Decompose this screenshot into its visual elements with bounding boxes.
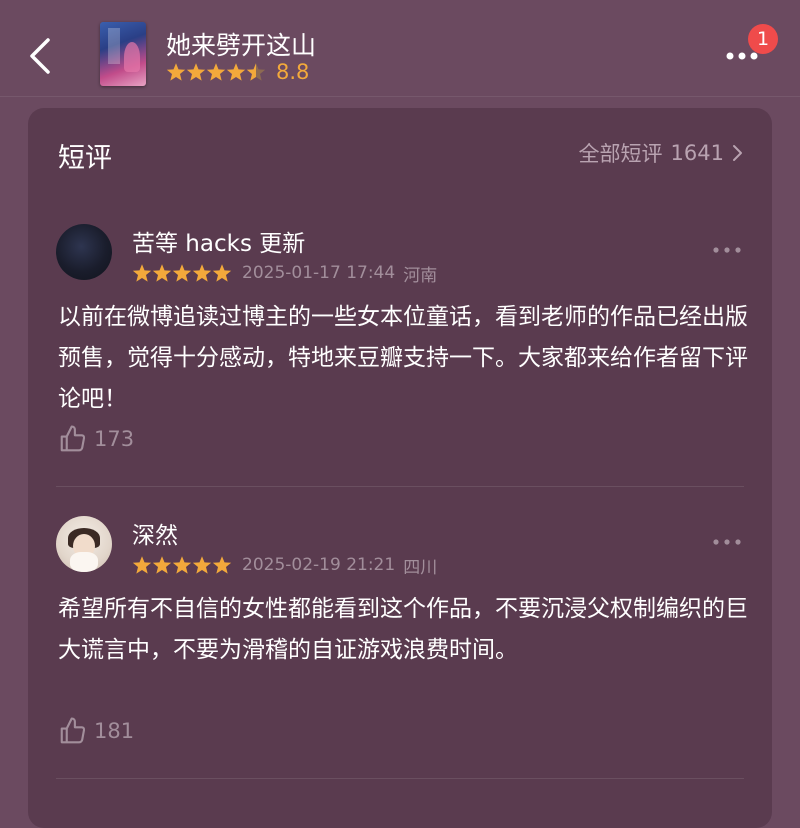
star-icon xyxy=(132,556,152,574)
star-icon xyxy=(186,63,206,81)
like-button[interactable]: 181 xyxy=(58,716,134,746)
review-text: 以前在微博追读过博主的一些女本位童话，看到老师的作品已经出版预售，觉得十分感动，… xyxy=(58,304,748,412)
more-horizontal-icon xyxy=(713,539,741,545)
book-cover[interactable] xyxy=(100,22,146,86)
review-divider xyxy=(56,486,744,487)
short-reviews-card: 短评 全部短评 1641 苦等 hacks 更新 2025-01-17 17:4… xyxy=(28,108,772,828)
section-title: 短评 xyxy=(58,143,112,174)
rating-score: 8.8 xyxy=(276,60,310,84)
star-icon xyxy=(206,63,226,81)
review-item: 深然 2025-02-19 21:21 四川 希望所有不自信的女性都能看到这个作… xyxy=(28,512,772,792)
more-horizontal-icon xyxy=(713,247,741,253)
star-icon xyxy=(152,264,172,282)
thumbs-up-icon xyxy=(60,425,86,452)
review-meta: 2025-01-17 17:44 河南 xyxy=(132,262,438,286)
book-rating: 8.8 xyxy=(166,60,309,84)
review-date: 2025-01-17 17:44 xyxy=(242,263,396,283)
star-icon xyxy=(132,264,152,282)
like-count: 173 xyxy=(94,427,135,451)
star-icon xyxy=(212,264,232,282)
review-username[interactable]: 深然 xyxy=(132,516,178,550)
star-icon xyxy=(226,63,246,81)
star-half-icon xyxy=(246,63,266,81)
review-stars xyxy=(132,263,232,283)
review-date: 2025-02-19 21:21 xyxy=(242,555,396,575)
book-title[interactable]: 她来劈开这山 xyxy=(166,26,316,62)
review-text: 希望所有不自信的女性都能看到这个作品，不要沉浸父权制编织的巨大谎言中，不要为滑稽… xyxy=(58,596,748,663)
review-username[interactable]: 苦等 hacks 更新 xyxy=(132,224,305,258)
review-more-button[interactable] xyxy=(710,240,744,260)
notification-badge: 1 xyxy=(748,24,778,54)
avatar[interactable] xyxy=(56,516,112,572)
star-icon xyxy=(166,63,186,81)
review-more-button[interactable] xyxy=(710,532,744,552)
all-reviews-link[interactable]: 全部短评 1641 xyxy=(579,138,744,168)
star-icon xyxy=(152,556,172,574)
star-icon xyxy=(212,556,232,574)
like-button[interactable]: 173 xyxy=(58,424,134,454)
like-count: 181 xyxy=(94,719,135,743)
back-button[interactable] xyxy=(22,34,62,78)
thumbs-up-icon xyxy=(60,717,86,744)
star-icon xyxy=(192,556,212,574)
rating-stars xyxy=(166,62,266,82)
star-icon xyxy=(172,556,192,574)
star-icon xyxy=(172,264,192,282)
review-meta: 2025-02-19 21:21 四川 xyxy=(132,554,438,578)
review-location: 四川 xyxy=(403,557,438,578)
review-stars xyxy=(132,555,232,575)
all-reviews-label: 全部短评 xyxy=(578,142,663,166)
avatar[interactable] xyxy=(56,224,112,280)
all-reviews-count: 1641 xyxy=(670,141,724,165)
chevron-left-icon xyxy=(30,38,50,74)
star-icon xyxy=(192,264,212,282)
chevron-right-icon xyxy=(733,145,742,161)
review-divider xyxy=(56,778,744,779)
header-divider xyxy=(0,96,800,97)
review-location: 河南 xyxy=(403,265,438,286)
review-item: 苦等 hacks 更新 2025-01-17 17:44 河南 以前在微博追读过… xyxy=(28,220,772,490)
top-bar: 她来劈开这山 8.8 1 xyxy=(0,0,800,96)
